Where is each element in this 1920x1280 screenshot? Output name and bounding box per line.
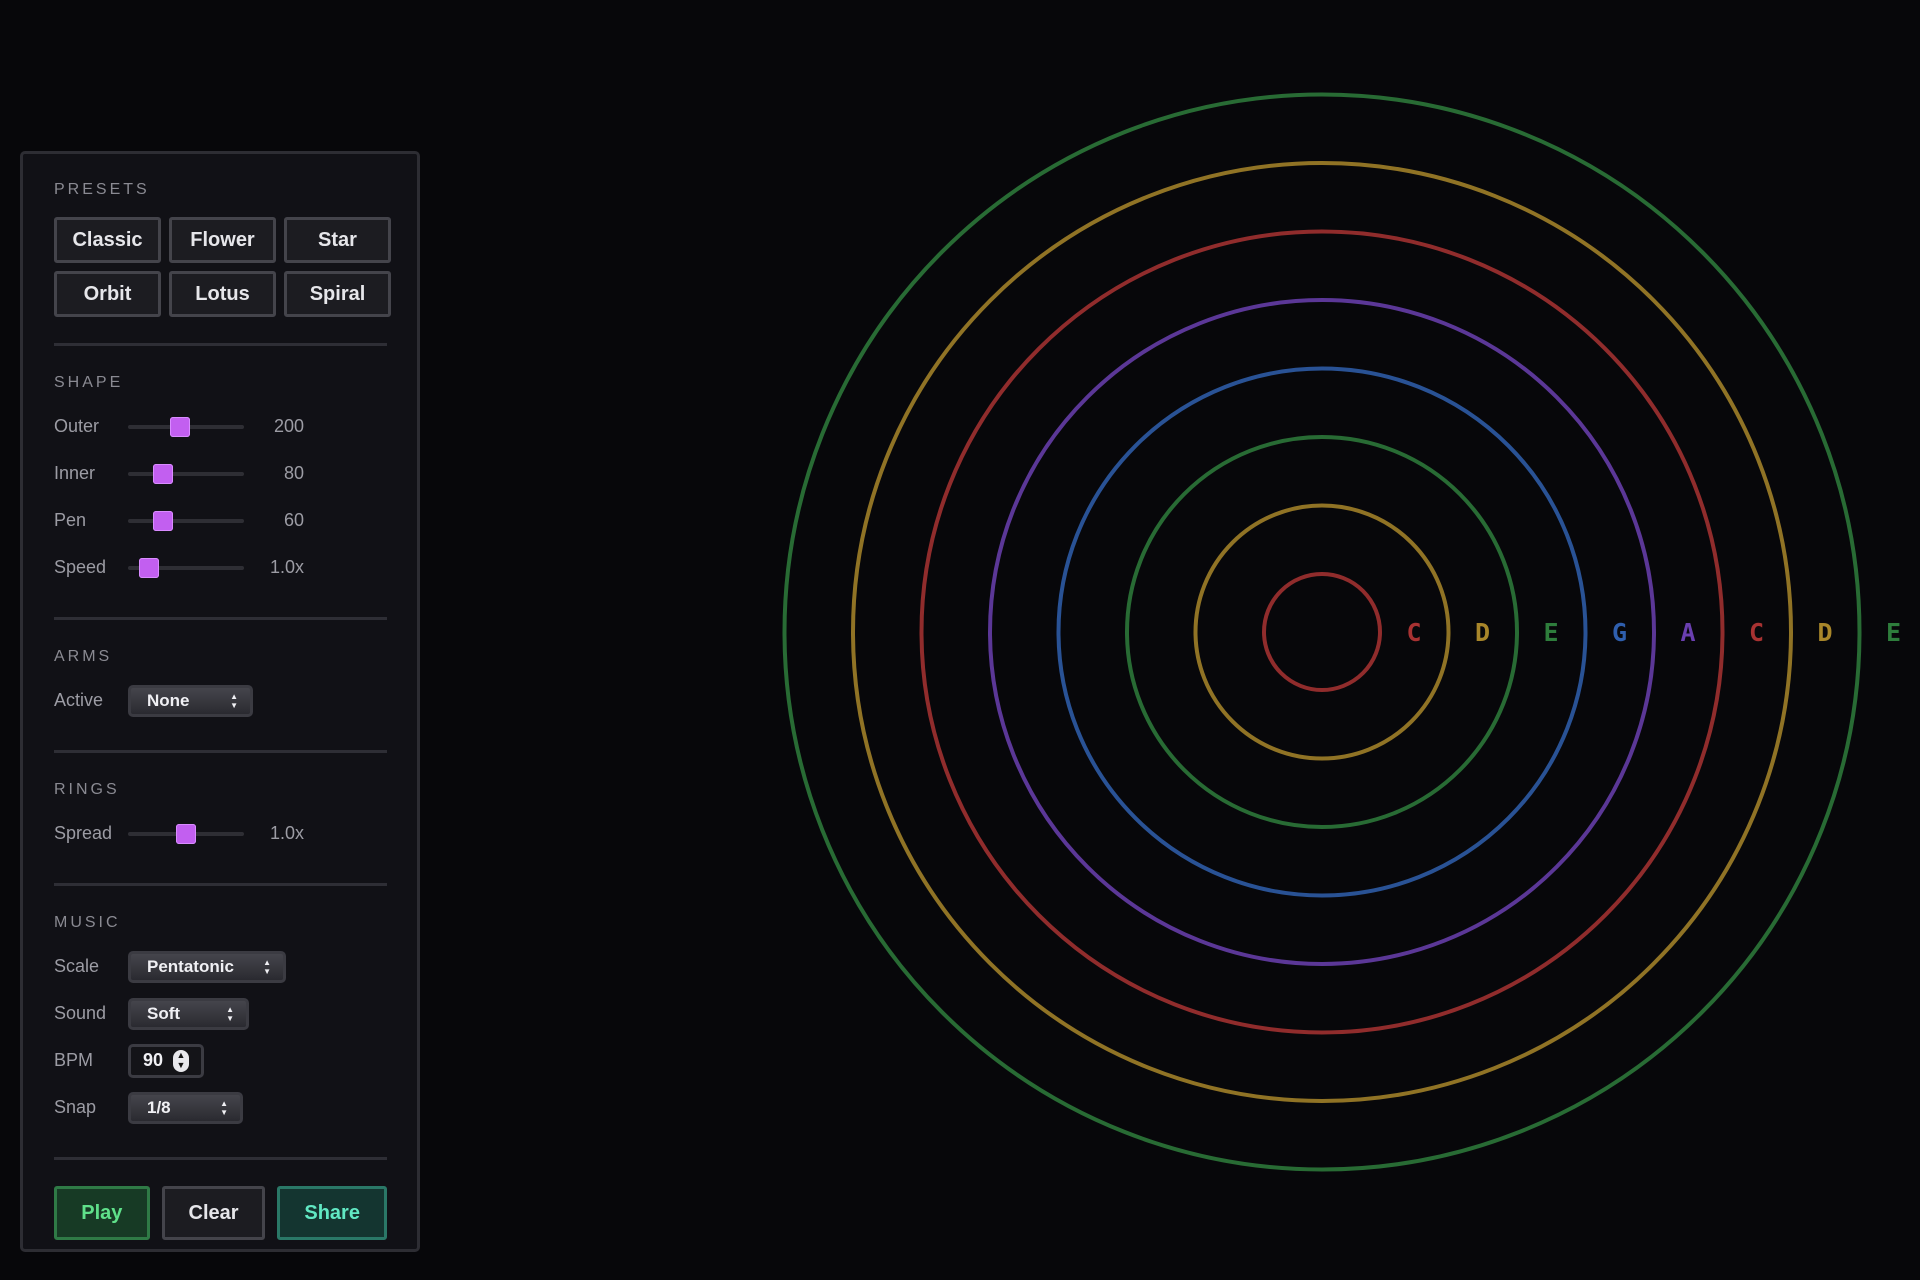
note-label-3: E bbox=[1543, 618, 1558, 647]
bpm-row: BPM 90 ▲ ▼ bbox=[54, 1037, 387, 1084]
bpm-input[interactable]: 90 ▲ ▼ bbox=[128, 1043, 204, 1078]
snap-row: Snap 1/8 ▲ ▼ bbox=[54, 1084, 387, 1131]
note-label-4: G bbox=[1612, 618, 1627, 647]
pen-label: Pen bbox=[54, 510, 87, 530]
pen-row: Pen 60 bbox=[54, 497, 387, 544]
preset-flower-button[interactable]: Flower bbox=[169, 217, 276, 263]
speed-label: Speed bbox=[54, 557, 107, 577]
note-ring-3[interactable] bbox=[1125, 435, 1519, 829]
slider-thumb[interactable] bbox=[152, 463, 173, 484]
snap-select[interactable]: 1/8 ▲ ▼ bbox=[128, 1091, 243, 1124]
spread-value: 1.0x bbox=[269, 823, 304, 843]
shape-title: SHAPE bbox=[54, 374, 124, 391]
arms-title: ARMS bbox=[54, 648, 113, 665]
music-title: MUSIC bbox=[54, 914, 121, 931]
sound-select[interactable]: Soft ▲ ▼ bbox=[128, 997, 249, 1030]
divider bbox=[54, 750, 387, 753]
divider bbox=[54, 883, 387, 886]
active-label: Active bbox=[54, 690, 104, 710]
note-label-2: D bbox=[1475, 618, 1490, 647]
active-row: Active None ▲ ▼ bbox=[54, 677, 387, 724]
note-ring-7[interactable] bbox=[851, 161, 1793, 1103]
spread-label: Spread bbox=[54, 823, 113, 843]
scale-select[interactable]: Pentatonic ▲ ▼ bbox=[128, 950, 286, 983]
divider bbox=[54, 1157, 387, 1160]
pen-slider[interactable] bbox=[128, 508, 244, 534]
slider-thumb[interactable] bbox=[176, 823, 196, 844]
action-row: Play Clear Share bbox=[54, 1186, 387, 1240]
app-root: C D E G A C D E PRESETS Classic Flower Star Orb… bbox=[0, 0, 1920, 1280]
rings-title: RINGS bbox=[54, 781, 120, 798]
slider-thumb[interactable] bbox=[152, 510, 173, 531]
preset-star-button[interactable]: Star bbox=[284, 217, 391, 263]
speed-value: 1.0x bbox=[269, 557, 304, 577]
preset-orbit-button[interactable]: Orbit bbox=[54, 271, 161, 317]
outer-row: Outer 200 bbox=[54, 403, 387, 450]
slider-thumb[interactable] bbox=[170, 416, 191, 437]
sound-row: Sound Soft ▲ ▼ bbox=[54, 990, 387, 1037]
scale-label: Scale bbox=[54, 956, 100, 976]
inner-slider[interactable] bbox=[128, 461, 244, 487]
select-arrows-icon: ▲ ▼ bbox=[263, 957, 271, 976]
share-button[interactable]: Share bbox=[277, 1186, 387, 1240]
slider-thumb[interactable] bbox=[138, 557, 159, 578]
spread-slider[interactable] bbox=[128, 821, 244, 847]
shape-controls: Outer 200 Inner 80 Pen 60 Speed 1.0x bbox=[54, 403, 387, 591]
bpm-label: BPM bbox=[54, 1050, 94, 1070]
presets-title: PRESETS bbox=[54, 181, 150, 198]
stepper-icon[interactable]: ▲ ▼ bbox=[173, 1049, 189, 1072]
rings-controls: Spread 1.0x bbox=[54, 810, 387, 857]
scale-select-value: Pentatonic bbox=[147, 956, 234, 976]
outer-label: Outer bbox=[54, 416, 100, 436]
control-panel: PRESETS Classic Flower Star Orbit Lotus … bbox=[20, 151, 420, 1252]
note-ring-6[interactable] bbox=[919, 229, 1725, 1035]
clear-button[interactable]: Clear bbox=[161, 1186, 266, 1240]
active-select[interactable]: None ▲ ▼ bbox=[128, 684, 253, 717]
sound-select-value: Soft bbox=[147, 1003, 181, 1023]
bpm-input-value: 90 bbox=[143, 1050, 164, 1070]
divider bbox=[54, 343, 387, 346]
inner-label: Inner bbox=[54, 463, 96, 483]
note-ring-1[interactable] bbox=[1262, 572, 1382, 692]
note-ring-4[interactable] bbox=[1056, 366, 1588, 898]
snap-label: Snap bbox=[54, 1097, 97, 1117]
outer-value: 200 bbox=[273, 416, 304, 436]
preset-lotus-button[interactable]: Lotus bbox=[169, 271, 276, 317]
spread-row: Spread 1.0x bbox=[54, 810, 387, 857]
preset-spiral-button[interactable]: Spiral bbox=[284, 271, 391, 317]
note-ring-8[interactable] bbox=[782, 92, 1862, 1172]
outer-slider[interactable] bbox=[128, 414, 244, 440]
slider-track bbox=[128, 471, 244, 476]
preset-grid: Classic Flower Star Orbit Lotus Spiral bbox=[54, 217, 391, 317]
preset-classic-button[interactable]: Classic bbox=[54, 217, 161, 263]
snap-select-value: 1/8 bbox=[147, 1097, 171, 1117]
note-label-1: C bbox=[1406, 618, 1421, 647]
note-label-5: A bbox=[1680, 618, 1695, 647]
slider-track bbox=[128, 518, 244, 523]
inner-value: 80 bbox=[283, 463, 304, 483]
note-label-6: C bbox=[1749, 618, 1764, 647]
divider bbox=[54, 617, 387, 620]
speed-slider[interactable] bbox=[128, 555, 244, 581]
select-arrows-icon: ▲ ▼ bbox=[226, 1004, 234, 1023]
speed-row: Speed 1.0x bbox=[54, 544, 387, 591]
music-controls: Scale Pentatonic ▲ ▼ Sound Soft ▲ ▼ BPM 90… bbox=[54, 943, 387, 1131]
note-label-7: D bbox=[1817, 618, 1832, 647]
inner-row: Inner 80 bbox=[54, 450, 387, 497]
select-arrows-icon: ▲ ▼ bbox=[230, 691, 238, 710]
scale-row: Scale Pentatonic ▲ ▼ bbox=[54, 943, 387, 990]
pen-value: 60 bbox=[283, 510, 304, 530]
sound-label: Sound bbox=[54, 1003, 107, 1023]
active-select-value: None bbox=[147, 690, 190, 710]
play-button[interactable]: Play bbox=[54, 1186, 150, 1240]
arms-controls: Active None ▲ ▼ bbox=[54, 677, 387, 724]
select-arrows-icon: ▲ ▼ bbox=[220, 1098, 228, 1117]
note-label-8: E bbox=[1886, 618, 1901, 647]
